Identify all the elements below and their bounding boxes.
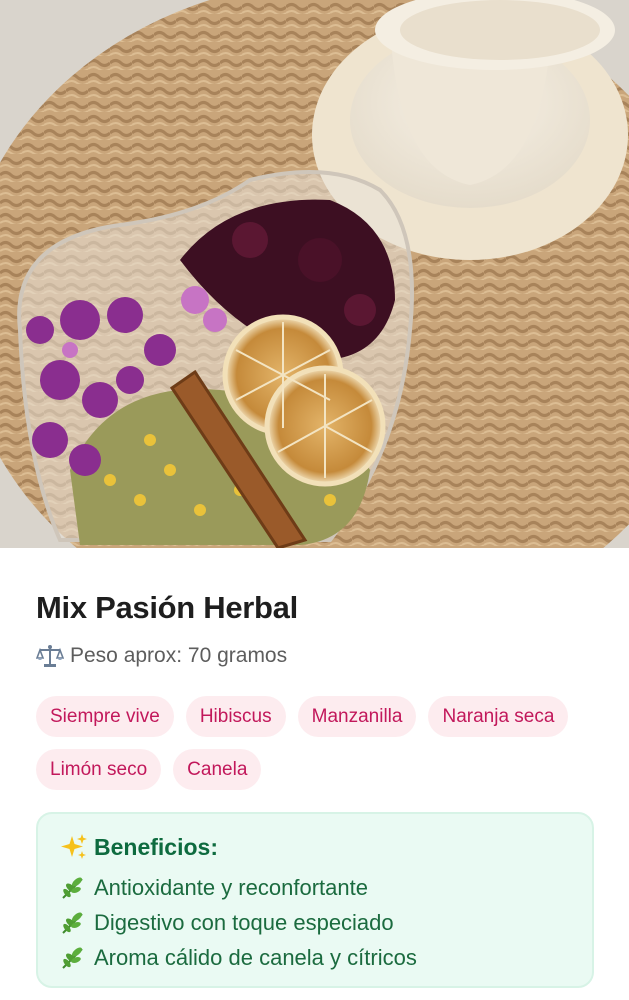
ingredient-chips: Siempre vive Hibiscus Manzanilla Naranja… [36,696,596,790]
benefit-item: Antioxidante y reconfortante [60,870,570,905]
herb-icon [60,945,88,971]
product-card: Mix Pasión Herbal Peso aprox: 70 gramos … [0,548,629,1000]
product-image [0,0,629,548]
benefit-text: Digestivo con toque especiado [94,909,394,935]
benefit-item: Digestivo con toque especiado [60,905,570,940]
product-weight: Peso aprox: 70 gramos [35,644,288,668]
ingredient-chip: Hibiscus [185,696,286,737]
benefits-title: Beneficios: [94,833,218,860]
benefits-header: Beneficios: [60,830,570,864]
sparkles-icon [60,833,88,861]
benefit-list: Antioxidante y reconfortante Digestivo c… [60,870,570,975]
herb-icon [60,910,88,936]
ingredient-chip: Siempre vive [36,696,174,737]
balance-scale-icon [35,644,65,668]
benefit-text: Antioxidante y reconfortante [94,874,368,900]
ingredient-chip: Canela [173,749,262,790]
benefit-item: Aroma cálido de canela y cítricos [60,940,570,975]
ingredient-chip: Manzanilla [297,696,417,737]
weight-text: Peso aprox: 70 gramos [70,644,288,667]
ingredient-chip: Naranja seca [428,696,569,737]
product-photo-illustration [0,0,629,548]
benefits-box: Beneficios: Antioxidante y reconfortante [36,812,594,988]
product-title: Mix Pasión Herbal [36,590,298,625]
herb-icon [60,875,88,901]
benefit-text: Aroma cálido de canela y cítricos [94,944,417,970]
ingredient-chip: Limón seco [36,749,162,790]
